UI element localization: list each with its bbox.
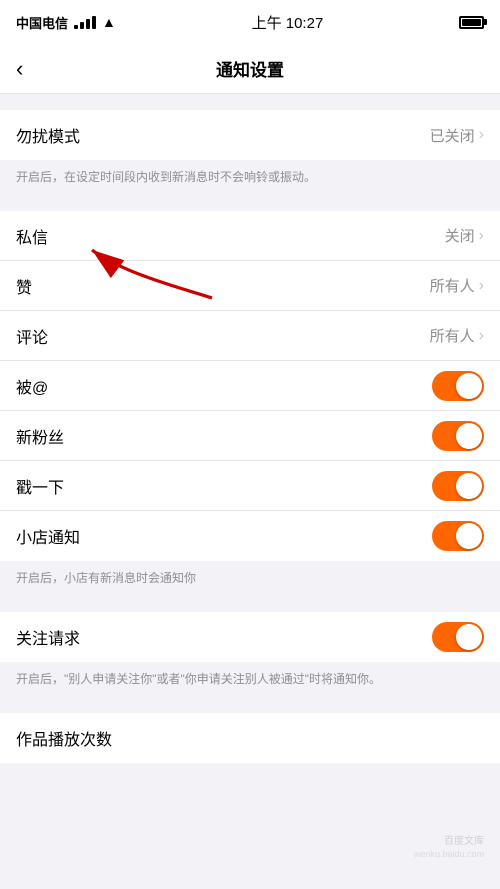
wifi-icon: ▲ [102, 14, 116, 30]
comment-value: 所有人 › [430, 325, 484, 346]
chevron-icon: › [479, 327, 484, 345]
signal-icon [74, 16, 96, 29]
shop-notify-toggle[interactable] [432, 521, 484, 551]
section-plays: 作品播放次数 [0, 713, 500, 763]
row-shop-notify[interactable]: 小店通知 [0, 511, 500, 561]
section-follow: 关注请求 [0, 612, 500, 662]
toggle-knob [456, 373, 482, 399]
toggle-knob [456, 624, 482, 650]
page-title: 通知设置 [216, 56, 284, 81]
carrier-label: 中国电信 [16, 13, 68, 32]
row-at[interactable]: 被@ [0, 361, 500, 411]
follow-description: 开启后，"别人申请关注你"或者"你申请关注别人被通过"时将通知你。 [0, 662, 500, 697]
toggle-knob [456, 423, 482, 449]
back-button[interactable]: ‹ [16, 56, 23, 82]
row-new-fans[interactable]: 新粉丝 [0, 411, 500, 461]
dm-label: 私信 [16, 224, 445, 248]
row-comment[interactable]: 评论 所有人 › [0, 311, 500, 361]
follow-request-label: 关注请求 [16, 625, 432, 649]
toggle-knob [456, 473, 482, 499]
row-dnd-mode[interactable]: 勿扰模式 已关闭 › [0, 110, 500, 160]
comment-label: 评论 [16, 324, 430, 348]
new-fans-toggle[interactable] [432, 421, 484, 451]
play-count-label: 作品播放次数 [16, 726, 484, 750]
row-follow-request[interactable]: 关注请求 [0, 612, 500, 662]
watermark-text: 百度文库 [414, 832, 484, 847]
status-left: 中国电信 ▲ [16, 13, 116, 32]
nav-bar: ‹ 通知设置 [0, 44, 500, 94]
row-like[interactable]: 赞 所有人 › [0, 261, 500, 311]
follow-request-toggle[interactable] [432, 622, 484, 652]
shop-description: 开启后，小店有新消息时会通知你 [0, 561, 500, 596]
shop-notify-label: 小店通知 [16, 524, 432, 548]
chevron-icon: › [479, 277, 484, 295]
chevron-icon: › [479, 126, 484, 144]
dnd-mode-label: 勿扰模式 [16, 123, 430, 147]
battery-icon [459, 16, 484, 29]
status-right [459, 16, 484, 29]
status-time: 上午 10:27 [252, 12, 324, 33]
battery-fill [462, 19, 481, 26]
new-fans-label: 新粉丝 [16, 424, 432, 448]
dnd-description: 开启后，在设定时间段内收到新消息时不会响铃或振动。 [0, 160, 500, 195]
back-chevron-icon: ‹ [16, 56, 23, 82]
dm-value: 关闭 › [445, 225, 484, 246]
like-value: 所有人 › [430, 275, 484, 296]
section-social: 私信 关闭 › 赞 所有人 › [0, 211, 500, 561]
like-label: 赞 [16, 274, 430, 298]
at-toggle[interactable] [432, 371, 484, 401]
at-label: 被@ [16, 374, 432, 398]
watermark-domain: wenku.baidu.com [414, 849, 484, 859]
row-dm[interactable]: 私信 关闭 › [0, 211, 500, 261]
dnd-mode-value: 已关闭 › [430, 125, 484, 146]
toggle-knob [456, 523, 482, 549]
row-zhan[interactable]: 戳一下 [0, 461, 500, 511]
chevron-icon: › [479, 227, 484, 245]
content-area: 勿扰模式 已关闭 › 开启后，在设定时间段内收到新消息时不会响铃或振动。 私信 … [0, 110, 500, 763]
zhan-toggle[interactable] [432, 471, 484, 501]
zhan-label: 戳一下 [16, 474, 432, 498]
section-dnd: 勿扰模式 已关闭 › [0, 110, 500, 160]
row-play-count[interactable]: 作品播放次数 [0, 713, 500, 763]
watermark: 百度文库 wenku.baidu.com [414, 832, 484, 859]
status-bar: 中国电信 ▲ 上午 10:27 [0, 0, 500, 44]
